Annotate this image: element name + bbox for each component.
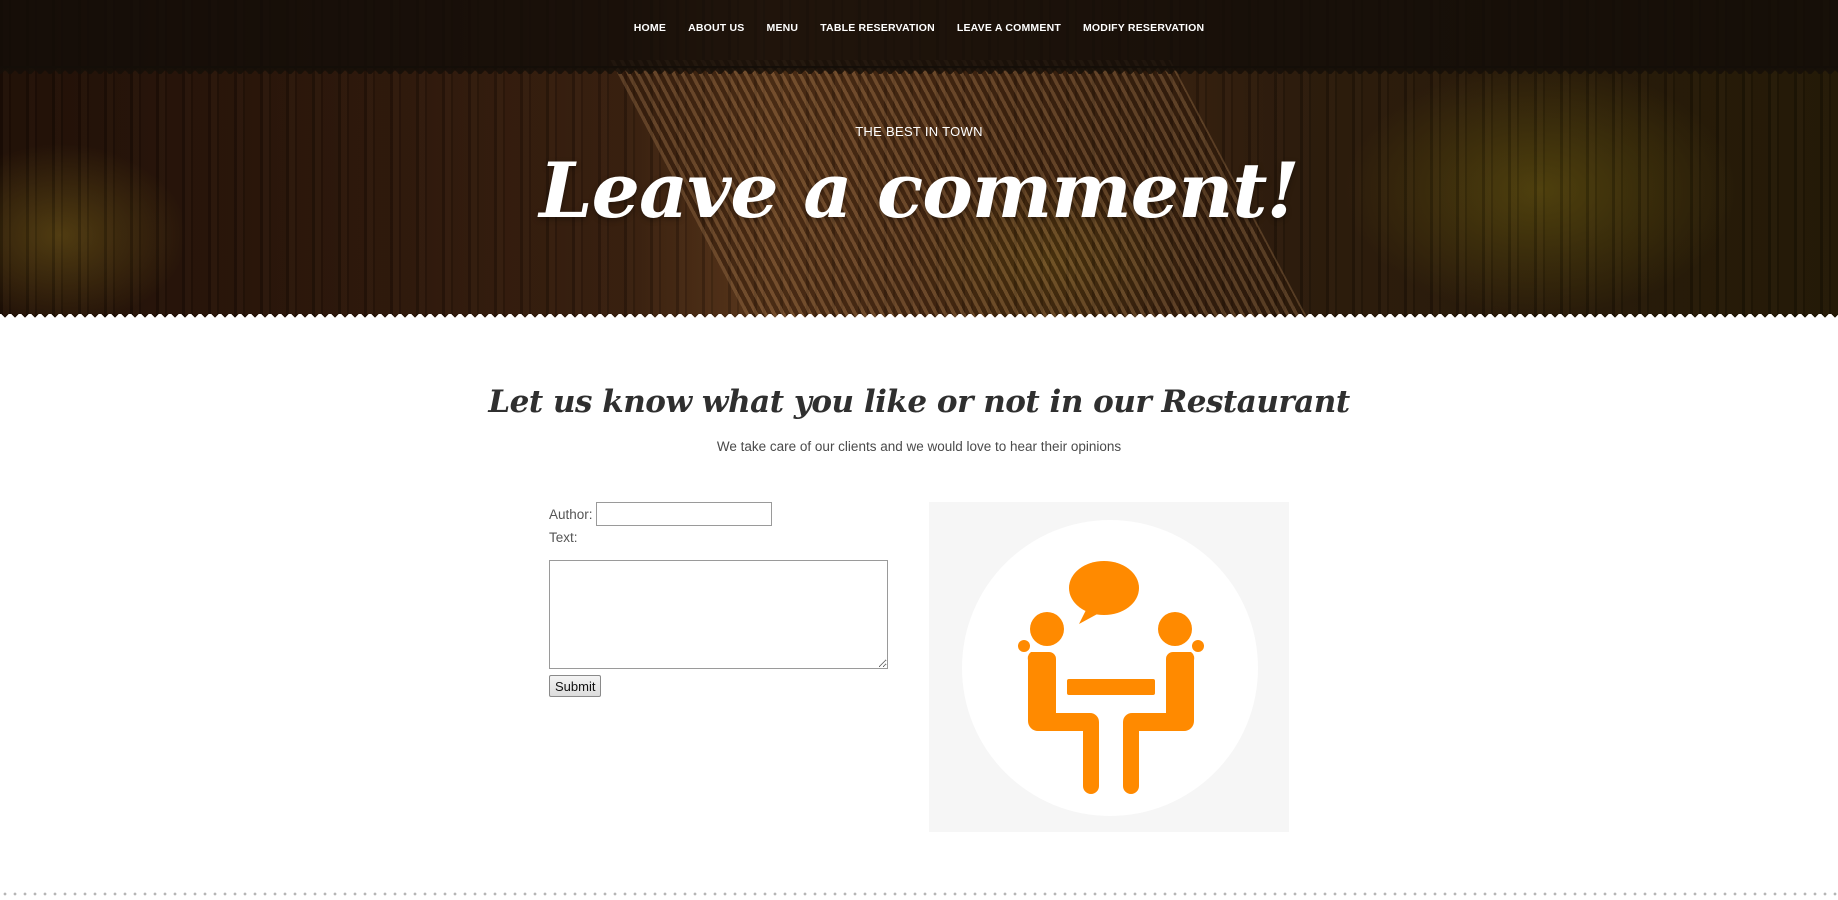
hero-zigzag-edge <box>0 314 1838 322</box>
dotted-divider <box>0 892 1838 896</box>
section-title: Let us know what you like or not in our … <box>488 384 1350 420</box>
author-label: Author: <box>549 506 593 522</box>
hero-subtitle: THE BEST IN TOWN <box>855 124 983 139</box>
nav-item-home[interactable]: HOME <box>634 22 666 34</box>
nav-item-modify-reservation[interactable]: MODIFY RESERVATION <box>1083 22 1204 34</box>
nav-item-table-reservation[interactable]: TABLE RESERVATION <box>820 22 935 34</box>
comment-textarea[interactable] <box>549 560 888 669</box>
illustration-panel <box>929 502 1289 832</box>
nav-item-leave-a-comment[interactable]: LEAVE A COMMENT <box>957 22 1061 34</box>
section-description: We take care of our clients and we would… <box>716 439 1122 454</box>
nav-zigzag-edge <box>0 66 1838 74</box>
page-title: Leave a comment! <box>539 146 1300 235</box>
author-row: Author: <box>549 502 899 526</box>
top-navigation: HOME ABOUT US MENU TABLE RESERVATION LEA… <box>0 0 1838 68</box>
author-input[interactable] <box>595 502 772 526</box>
two-people-conversation-icon <box>962 520 1258 816</box>
hero-banner: HOME ABOUT US MENU TABLE RESERVATION LEA… <box>0 0 1838 322</box>
nav-item-about-us[interactable]: ABOUT US <box>688 22 744 34</box>
comment-form: Author: Text: Submit <box>549 502 899 697</box>
nav-item-menu[interactable]: MENU <box>767 22 799 34</box>
submit-button[interactable]: Submit <box>549 675 602 697</box>
text-label: Text: <box>549 530 578 545</box>
